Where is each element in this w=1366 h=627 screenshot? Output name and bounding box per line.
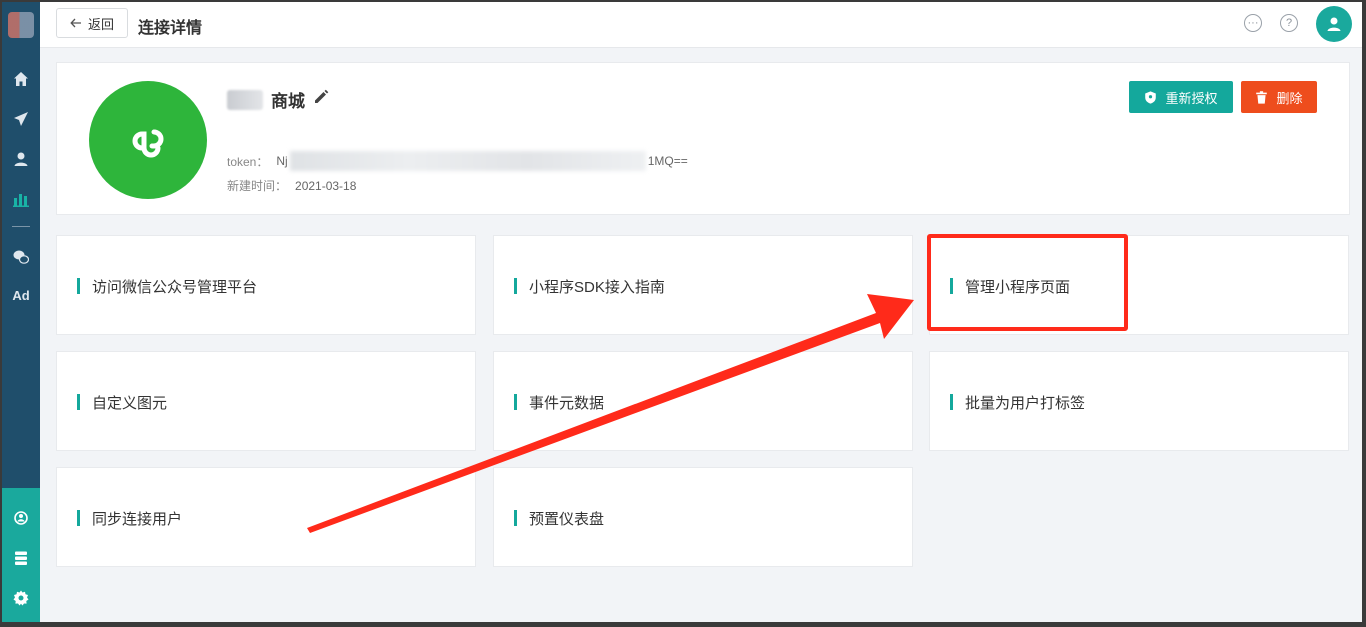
sidebar-divider [12, 226, 30, 227]
tile-label: 事件元数据 [529, 395, 605, 412]
delete-button[interactable]: 删除 [1241, 81, 1317, 113]
tile-custom-elements[interactable]: 自定义图元 [56, 351, 476, 451]
tile-label: 批量为用户打标签 [965, 395, 1086, 412]
tile-wechat-admin-platform[interactable]: 访问微信公众号管理平台 [56, 235, 476, 335]
created-label: 新建时间： [227, 179, 288, 193]
tile-accent-bar [77, 278, 80, 294]
app-window: Ad 返回 连接详情 ··· ? 商城 token： Nj 1MQ== 新建时间… [2, 2, 1362, 622]
chart-icon[interactable] [2, 187, 40, 211]
token-start: Nj [276, 154, 288, 168]
top-bar: 返回 连接详情 ··· ? [40, 2, 1362, 48]
tile-accent-bar [77, 394, 80, 410]
reauthorize-button[interactable]: 重新授权 [1129, 81, 1233, 113]
chat-icon[interactable]: ··· [1244, 14, 1262, 32]
send-icon[interactable] [2, 107, 40, 131]
reauthorize-label: 重新授权 [1165, 90, 1218, 106]
token-row: token： Nj 1MQ== [227, 151, 688, 171]
tile-batch-tag-users[interactable]: 批量为用户打标签 [929, 351, 1349, 451]
sidebar-item-ad[interactable]: Ad [2, 288, 40, 303]
tile-label: 预置仪表盘 [529, 511, 605, 528]
sidebar: Ad [2, 2, 40, 622]
edit-icon[interactable] [313, 89, 329, 110]
back-button[interactable]: 返回 [56, 8, 128, 38]
delete-label: 删除 [1276, 90, 1303, 106]
created-row: 新建时间： 2021-03-18 [227, 177, 356, 194]
tile-accent-bar [514, 278, 517, 294]
arrow-left-icon [70, 18, 81, 28]
tile-sync-users[interactable]: 同步连接用户 [56, 467, 476, 567]
page-title: 连接详情 [138, 20, 203, 37]
user-icon[interactable] [2, 147, 40, 171]
tile-accent-bar [950, 394, 953, 410]
trash-icon [1256, 90, 1268, 104]
tile-event-metadata[interactable]: 事件元数据 [493, 351, 913, 451]
help-icon[interactable]: ? [1280, 14, 1298, 32]
app-name-row: 商城 [227, 87, 329, 112]
created-date: 2021-03-18 [295, 178, 357, 193]
shield-icon [1145, 90, 1157, 104]
tile-sdk-guide[interactable]: 小程序SDK接入指南 [493, 235, 913, 335]
wechat-icon[interactable] [2, 245, 40, 269]
app-name: 商城 [271, 92, 305, 111]
connection-info-card: 商城 token： Nj 1MQ== 新建时间： 2021-03-18 重新授权… [56, 62, 1350, 215]
redacted-name-prefix [227, 89, 263, 110]
tile-accent-bar [950, 278, 953, 294]
back-label: 返回 [87, 16, 114, 32]
home-icon[interactable] [2, 67, 40, 91]
tile-accent-bar [514, 510, 517, 526]
tile-accent-bar [77, 510, 80, 526]
sidebar-bottom-panel [2, 488, 40, 622]
tile-label: 同步连接用户 [92, 511, 183, 528]
brand-logo[interactable] [8, 12, 34, 38]
tile-label: 管理小程序页面 [965, 279, 1071, 296]
tile-label: 小程序SDK接入指南 [529, 279, 665, 296]
mini-program-logo-icon [89, 81, 207, 199]
tile-label: 自定义图元 [92, 395, 168, 412]
tile-label: 访问微信公众号管理平台 [92, 279, 258, 296]
database-icon[interactable] [2, 546, 40, 570]
settings-icon[interactable] [2, 586, 40, 610]
network-icon[interactable] [2, 506, 40, 530]
token-end: 1MQ== [647, 154, 688, 168]
tile-accent-bar [514, 394, 517, 410]
tile-manage-pages[interactable]: 管理小程序页面 [929, 235, 1349, 335]
tile-preset-dashboard[interactable]: 预置仪表盘 [493, 467, 913, 567]
token-label: token： [227, 154, 269, 169]
user-avatar-icon[interactable] [1316, 6, 1352, 42]
redacted-token [289, 151, 646, 171]
